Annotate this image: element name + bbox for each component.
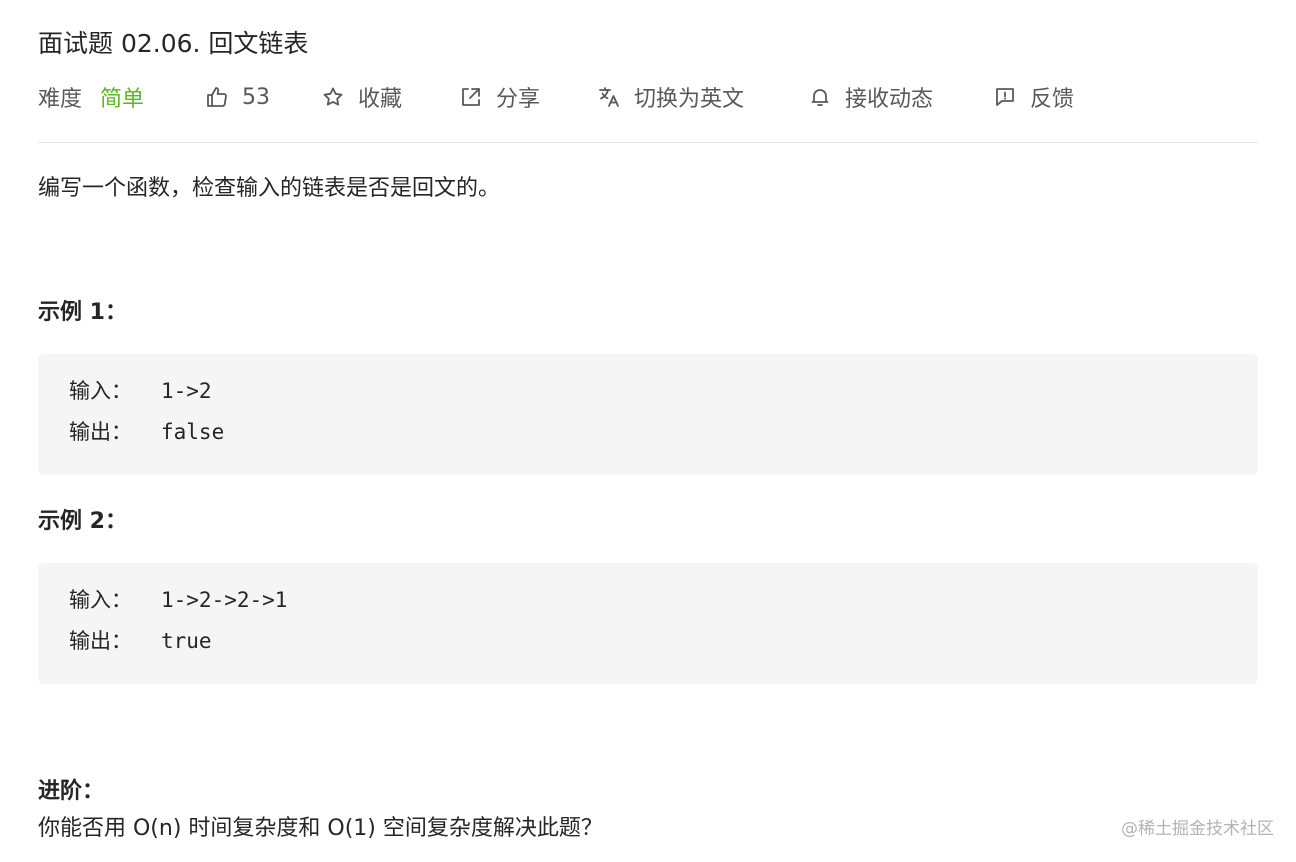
- difficulty-label: 难度: [38, 87, 83, 112]
- difficulty-value: 简单: [100, 87, 145, 112]
- favorite-button[interactable]: 收藏: [320, 78, 402, 116]
- problem-title: 面试题 02.06. 回文链表: [38, 29, 309, 58]
- notify-label: 接收动态: [845, 87, 934, 112]
- feedback-button[interactable]: 反馈: [992, 78, 1074, 116]
- example-heading: 示例 1：: [38, 300, 127, 325]
- problem-meta-bar: 难度 简单 53 收藏 分享 切换为英文 接收动态 反馈: [38, 78, 1258, 116]
- notify-button[interactable]: 接收动态: [807, 78, 933, 116]
- output-value: false: [161, 420, 225, 444]
- like-count: 53: [242, 84, 270, 110]
- example-code-block: 输入： 1->2->2->1 输出： true: [38, 563, 1258, 684]
- example-input-line: 输入： 1->2: [69, 371, 1227, 412]
- input-key: 输入：: [69, 379, 132, 403]
- example-input-line: 输入： 1->2->2->1: [69, 580, 1227, 621]
- thumbs-up-icon: [204, 84, 230, 110]
- problem-description: 编写一个函数，检查输入的链表是否是回文的。: [38, 176, 501, 201]
- advanced-text: 你能否用 O(n) 时间复杂度和 O(1) 空间复杂度解决此题？: [38, 816, 603, 841]
- input-value: 1->2: [161, 379, 212, 403]
- switch-language-button[interactable]: 切换为英文: [596, 78, 744, 116]
- problem-page: 面试题 02.06. 回文链表 难度 简单 53 收藏 分享 切换为英文 接收动…: [0, 0, 1296, 862]
- favorite-label: 收藏: [358, 87, 403, 112]
- switch-language-label: 切换为英文: [634, 87, 745, 112]
- example-code-block: 输入： 1->2 输出： false: [38, 354, 1258, 475]
- example-output-line: 输出： false: [69, 412, 1227, 453]
- input-key: 输入：: [69, 588, 132, 612]
- feedback-icon: [992, 84, 1018, 110]
- bell-icon: [807, 84, 833, 110]
- translate-icon: [596, 84, 622, 110]
- like-button[interactable]: 53: [204, 78, 270, 116]
- output-value: true: [161, 629, 212, 653]
- share-label: 分享: [496, 87, 541, 112]
- difficulty: 难度 简单: [38, 78, 144, 116]
- example-output-line: 输出： true: [69, 621, 1227, 662]
- output-key: 输出：: [69, 420, 132, 444]
- divider: [38, 142, 1258, 143]
- feedback-label: 反馈: [1030, 87, 1075, 112]
- input-value: 1->2->2->1: [161, 588, 288, 612]
- example-heading: 示例 2：: [38, 509, 127, 534]
- output-key: 输出：: [69, 629, 132, 653]
- watermark: @稀土掘金技术社区: [1121, 819, 1274, 839]
- advanced-heading: 进阶：: [38, 779, 105, 804]
- share-icon: [458, 84, 484, 110]
- star-icon: [320, 84, 346, 110]
- share-button[interactable]: 分享: [458, 78, 540, 116]
